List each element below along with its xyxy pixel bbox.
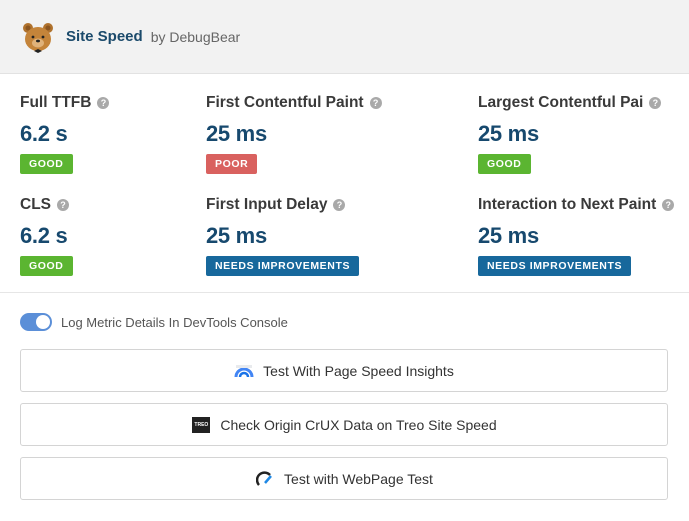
help-icon[interactable]: ? — [649, 97, 662, 109]
metric-first-input-delay: First Input Delay? 25 ms NEEDS IMPROVEME… — [206, 196, 360, 276]
status-badge: POOR — [206, 154, 258, 174]
metric-cls: CLS? 6.2 s GOOD — [20, 196, 73, 276]
metric-full-ttfb: Full TTFB? 6.2 s GOOD — [20, 94, 110, 174]
treo-icon: TREO — [191, 416, 211, 433]
status-badge: NEEDS IMPROVEMENTS — [478, 256, 632, 276]
status-badge: GOOD — [20, 256, 73, 276]
help-icon[interactable]: ? — [369, 97, 382, 109]
metric-value: 25 ms — [478, 223, 539, 248]
webpagetest-icon — [255, 470, 275, 487]
log-metrics-toggle[interactable] — [20, 313, 52, 331]
pagespeed-icon — [234, 363, 254, 379]
metric-label: Largest Contentful Pai — [478, 94, 644, 111]
metric-first-contentful-paint: First Contentful Paint? 25 ms POOR — [206, 94, 382, 174]
metrics-grid: Full TTFB? 6.2 s GOOD First Contentful P… — [0, 74, 689, 293]
metric-label: First Input Delay — [206, 196, 328, 213]
metric-value: 6.2 s — [20, 121, 68, 146]
status-badge: GOOD — [20, 154, 73, 174]
treo-crux-button[interactable]: TREO Check Origin CrUX Data on Treo Site… — [20, 403, 668, 446]
metric-largest-contentful-paint: Largest Contentful Pai? 25 ms GOOD — [478, 94, 662, 174]
app-byline: by DebugBear — [150, 28, 241, 45]
help-icon[interactable]: ? — [57, 199, 69, 211]
log-metrics-toggle-row: Log Metric Details In DevTools Console — [20, 313, 288, 331]
help-icon[interactable]: ? — [333, 199, 346, 211]
header: Site Speed by DebugBear — [0, 0, 689, 74]
button-label: Check Origin CrUX Data on Treo Site Spee… — [220, 416, 497, 433]
metric-value: 25 ms — [206, 121, 267, 146]
metric-value: 25 ms — [478, 121, 539, 146]
pagespeed-insights-button[interactable]: Test With Page Speed Insights — [20, 349, 668, 392]
metric-label: CLS — [20, 196, 51, 213]
metric-value: 6.2 s — [20, 223, 68, 248]
app-title: Site Speed — [66, 28, 143, 45]
toggle-label: Log Metric Details In DevTools Console — [61, 314, 288, 330]
help-icon[interactable]: ? — [97, 97, 110, 109]
button-label: Test with WebPage Test — [284, 470, 433, 487]
bear-logo-icon — [23, 22, 53, 53]
status-badge: NEEDS IMPROVEMENTS — [206, 256, 360, 276]
help-icon[interactable]: ? — [662, 199, 675, 211]
status-badge: GOOD — [478, 154, 531, 174]
metric-label: First Contentful Paint — [206, 94, 364, 111]
metric-interaction-to-next-paint: Interaction to Next Paint? 25 ms NEEDS I… — [478, 196, 675, 276]
webpagetest-button[interactable]: Test with WebPage Test — [20, 457, 668, 500]
metric-label: Interaction to Next Paint — [478, 196, 657, 213]
metric-label: Full TTFB — [20, 94, 92, 111]
button-label: Test With Page Speed Insights — [263, 362, 454, 379]
metric-value: 25 ms — [206, 223, 267, 248]
